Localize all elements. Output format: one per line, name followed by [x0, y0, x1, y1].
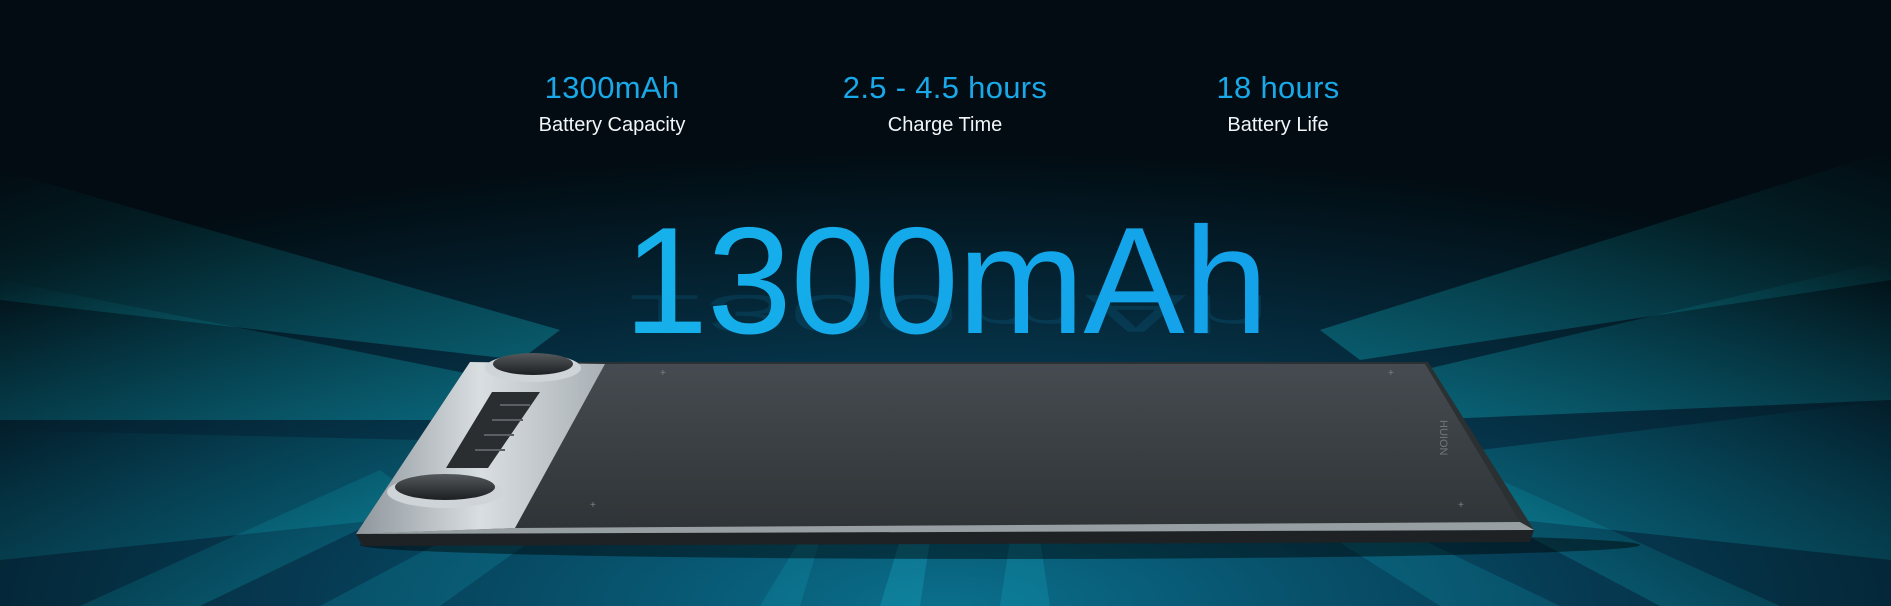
stat-value: 18 hours	[1216, 70, 1340, 105]
stat-battery-capacity: 1300mAh Battery Capacity	[462, 72, 762, 135]
battery-stats: 1300mAh Battery Capacity 2.5 - 4.5 hours…	[0, 0, 1891, 150]
hero-capacity-reflection: 1300mAh	[620, 283, 1271, 344]
product-banner: + + + + 1300mAh Battery Capacity 2.5 - 4…	[0, 0, 1891, 606]
stat-value: 2.5 - 4.5 hours	[842, 70, 1048, 105]
stat-label: Battery Capacity	[538, 114, 686, 136]
stat-battery-life: 18 hours Battery Life	[1128, 72, 1428, 135]
svg-text:+: +	[660, 368, 666, 379]
svg-text:+: +	[590, 500, 596, 511]
stat-label: Battery Life	[1227, 114, 1329, 136]
svg-text:+: +	[1458, 500, 1464, 511]
svg-text:+: +	[1388, 368, 1394, 379]
stat-charge-time: 2.5 - 4.5 hours Charge Time	[795, 72, 1095, 135]
stat-label: Charge Time	[887, 114, 1003, 136]
stat-value: 1300mAh	[544, 70, 680, 105]
